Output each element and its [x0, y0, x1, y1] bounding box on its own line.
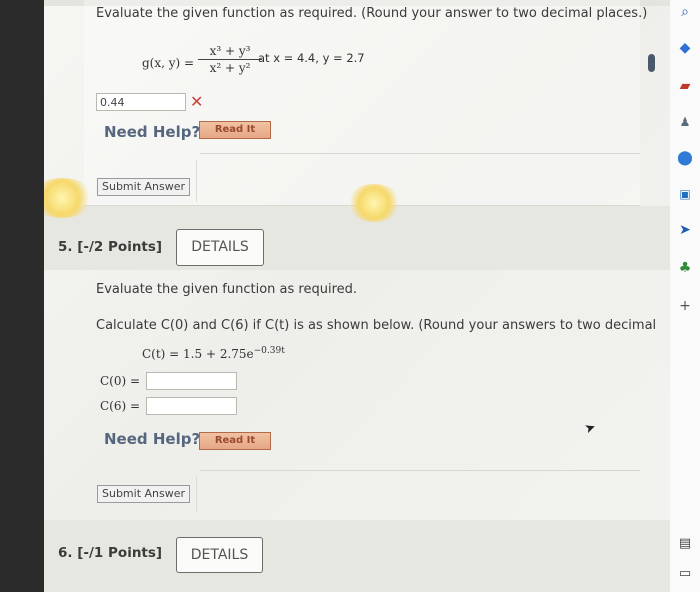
q5-submit-frame: [196, 476, 197, 512]
search-icon[interactable]: ⌕: [677, 4, 693, 20]
q5-number: 5. [-/2 Points]: [58, 239, 163, 255]
q6-details-button[interactable]: DETAILS: [176, 537, 263, 573]
q4-function-at: at x = 4.4, y = 2.7: [258, 51, 365, 65]
c6-input[interactable]: [146, 397, 237, 415]
q5-function-exponent: −0.39t: [253, 346, 285, 356]
q5-need-help-label: Need Help?: [104, 430, 201, 448]
people-icon[interactable]: ♟: [677, 114, 693, 130]
q4-function-lhs: g(x, y) =: [142, 56, 195, 70]
q4-answer-input[interactable]: 0.44: [96, 93, 186, 111]
q5-read-it-button[interactable]: Read It: [199, 432, 271, 450]
c0-label: C(0) =: [100, 374, 141, 388]
incorrect-icon: ✕: [190, 92, 204, 111]
shopping-bag-icon[interactable]: ▰: [677, 78, 693, 94]
q5-details-button[interactable]: DETAILS: [176, 229, 264, 266]
q5-submit-answer-button[interactable]: Submit Answer: [97, 485, 191, 503]
q4-fraction: x³ + y³ x² + y²: [198, 44, 262, 75]
c6-label: C(6) =: [100, 399, 141, 413]
q6-number: 6. [-/1 Points]: [58, 545, 163, 561]
sidebar-toggle-icon[interactable]: ▤: [677, 536, 693, 552]
outlook-icon[interactable]: ▣: [677, 186, 693, 202]
q4-submit-answer-button[interactable]: Submit Answer: [97, 178, 191, 196]
q5-function: C(t) = 1.5 + 2.75e−0.39t: [142, 346, 285, 361]
send-icon[interactable]: ➤: [677, 222, 693, 238]
q4-fraction-numerator: x³ + y³: [198, 44, 262, 60]
q4-read-it-button[interactable]: Read It: [199, 121, 271, 139]
q5-instruction: Evaluate the given function as required.: [96, 282, 358, 297]
screen-glare-center: [346, 184, 402, 222]
webassign-page: Evaluate the given function as required.…: [44, 0, 670, 592]
tree-icon[interactable]: ♣: [677, 260, 693, 276]
window-icon[interactable]: ▭: [677, 566, 693, 582]
plus-icon[interactable]: +: [677, 298, 693, 314]
q4-submit-frame: [196, 160, 197, 202]
q4-need-help-label: Need Help?: [104, 123, 201, 141]
mouse-cursor-icon: ➤: [582, 419, 599, 438]
q4-instruction: Evaluate the given function as required.…: [96, 6, 648, 21]
tag-icon[interactable]: ◆: [677, 40, 693, 56]
q5-divider: [200, 470, 640, 471]
q5-function-base: C(t) = 1.5 + 2.75e: [142, 347, 254, 361]
q5-prompt: Calculate C(0) and C(6) if C(t) is as sh…: [96, 318, 657, 333]
q4-fraction-denominator: x² + y²: [209, 61, 251, 75]
scrollbar-thumb[interactable]: [648, 54, 655, 72]
settings-circle-icon[interactable]: ⬤: [677, 150, 693, 166]
right-sidebar: ⌕ ◆ ▰ ♟ ⬤ ▣ ➤ ♣ + ▤ ▭: [670, 0, 700, 592]
c0-input[interactable]: [146, 372, 237, 390]
q4-divider: [200, 153, 640, 154]
